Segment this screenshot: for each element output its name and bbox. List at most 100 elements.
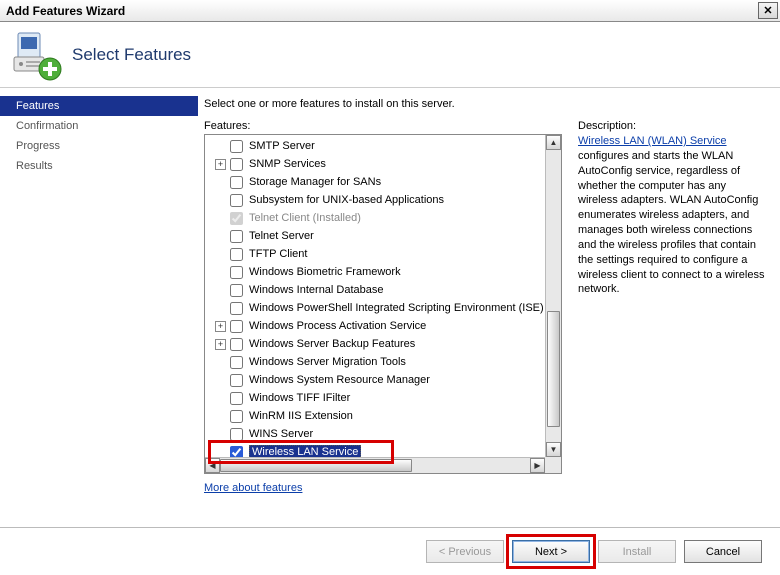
feature-row[interactable]: Windows Biometric Framework	[209, 263, 545, 281]
feature-label[interactable]: SMTP Server	[249, 140, 315, 152]
feature-checkbox	[230, 212, 243, 225]
feature-checkbox[interactable]	[230, 338, 243, 351]
feature-row[interactable]: Telnet Server	[209, 227, 545, 245]
feature-checkbox[interactable]	[230, 428, 243, 441]
scroll-h-track[interactable]	[220, 458, 530, 473]
step-results[interactable]: Results	[0, 156, 198, 176]
step-features[interactable]: Features	[0, 96, 198, 116]
feature-label[interactable]: SNMP Services	[249, 158, 326, 170]
feature-row[interactable]: + Windows Process Activation Service	[209, 317, 545, 335]
feature-checkbox[interactable]	[230, 320, 243, 333]
description-title-link[interactable]: Wireless LAN (WLAN) Service	[578, 135, 727, 147]
install-button: Install	[598, 540, 676, 563]
feature-row[interactable]: WinRM IIS Extension	[209, 407, 545, 425]
feature-checkbox[interactable]	[230, 248, 243, 261]
feature-checkbox[interactable]	[230, 374, 243, 387]
next-button[interactable]: Next >	[512, 540, 590, 563]
feature-checkbox[interactable]	[230, 284, 243, 297]
content-pane: Select one or more features to install o…	[198, 88, 780, 527]
feature-row[interactable]: TFTP Client	[209, 245, 545, 263]
wizard-body: Features Confirmation Progress Results S…	[0, 88, 780, 527]
feature-row[interactable]: Windows System Resource Manager	[209, 371, 545, 389]
expand-spacer	[215, 231, 226, 242]
feature-label[interactable]: Telnet Client (Installed)	[249, 212, 361, 224]
cancel-button[interactable]: Cancel	[684, 540, 762, 563]
scroll-up-button[interactable]: ▲	[546, 135, 561, 150]
more-about-features-link[interactable]: More about features	[204, 482, 302, 494]
expand-spacer	[215, 177, 226, 188]
scroll-h-thumb[interactable]	[220, 459, 412, 472]
window-title: Add Features Wizard	[6, 4, 758, 18]
feature-row[interactable]: Subsystem for UNIX-based Applications	[209, 191, 545, 209]
expand-spacer	[215, 411, 226, 422]
expand-spacer	[215, 447, 226, 458]
feature-row[interactable]: Wireless LAN Service	[209, 443, 545, 457]
expand-spacer	[215, 357, 226, 368]
feature-checkbox[interactable]	[230, 266, 243, 279]
expand-spacer	[215, 213, 226, 224]
feature-row[interactable]: Windows PowerShell Integrated Scripting …	[209, 299, 545, 317]
feature-row[interactable]: Windows Server Migration Tools	[209, 353, 545, 371]
feature-label[interactable]: Subsystem for UNIX-based Applications	[249, 194, 444, 206]
previous-button: < Previous	[426, 540, 504, 563]
close-button[interactable]: ✕	[758, 2, 778, 19]
feature-checkbox[interactable]	[230, 158, 243, 171]
feature-label[interactable]: Windows TIFF IFilter	[249, 392, 350, 404]
feature-label[interactable]: Windows Server Backup Features	[249, 338, 415, 350]
scrollbar-vertical[interactable]: ▲ ▼	[545, 135, 561, 457]
instruction-text: Select one or more features to install o…	[204, 98, 768, 110]
feature-row[interactable]: + SNMP Services	[209, 155, 545, 173]
feature-label[interactable]: Telnet Server	[249, 230, 314, 242]
feature-row[interactable]: SMTP Server	[209, 137, 545, 155]
features-label: Features:	[204, 120, 562, 132]
step-confirmation[interactable]: Confirmation	[0, 116, 198, 136]
expand-spacer	[215, 375, 226, 386]
scrollbar-horizontal[interactable]: ◀ ▶	[205, 457, 545, 473]
feature-label[interactable]: Storage Manager for SANs	[249, 176, 381, 188]
feature-label[interactable]: Windows Process Activation Service	[249, 320, 426, 332]
scroll-v-thumb[interactable]	[547, 311, 560, 428]
feature-checkbox[interactable]	[230, 194, 243, 207]
feature-label[interactable]: Windows Biometric Framework	[249, 266, 401, 278]
feature-label[interactable]: Windows Server Migration Tools	[249, 356, 406, 368]
scroll-v-track[interactable]	[546, 150, 561, 442]
feature-label[interactable]: Windows Internal Database	[249, 284, 384, 296]
wizard-header: Select Features	[0, 22, 780, 88]
feature-row[interactable]: + Windows Server Backup Features	[209, 335, 545, 353]
feature-checkbox[interactable]	[230, 410, 243, 423]
scroll-left-button[interactable]: ◀	[205, 458, 220, 473]
feature-label[interactable]: WINS Server	[249, 428, 313, 440]
feature-label[interactable]: TFTP Client	[249, 248, 307, 260]
feature-label[interactable]: WinRM IIS Extension	[249, 410, 353, 422]
expand-spacer	[215, 267, 226, 278]
feature-checkbox[interactable]	[230, 356, 243, 369]
expand-icon[interactable]: +	[215, 321, 226, 332]
expand-icon[interactable]: +	[215, 159, 226, 170]
feature-checkbox[interactable]	[230, 302, 243, 315]
features-tree-viewport[interactable]: SMTP Server + SNMP Services Storage Manager…	[205, 135, 545, 457]
expand-spacer	[215, 285, 226, 296]
feature-row[interactable]: Telnet Client (Installed)	[209, 209, 545, 227]
steps-sidebar: Features Confirmation Progress Results	[0, 88, 198, 527]
feature-label[interactable]: Wireless LAN Service	[249, 445, 361, 457]
description-label: Description:	[578, 120, 768, 132]
feature-checkbox[interactable]	[230, 392, 243, 405]
feature-label[interactable]: Windows System Resource Manager	[249, 374, 430, 386]
expand-icon[interactable]: +	[215, 339, 226, 350]
feature-row[interactable]: Storage Manager for SANs	[209, 173, 545, 191]
expand-spacer	[215, 303, 226, 314]
step-label: Progress	[16, 140, 60, 152]
expand-spacer	[215, 249, 226, 260]
step-progress[interactable]: Progress	[0, 136, 198, 156]
feature-row[interactable]: Windows Internal Database	[209, 281, 545, 299]
feature-checkbox[interactable]	[230, 140, 243, 153]
feature-checkbox[interactable]	[230, 176, 243, 189]
scroll-down-button[interactable]: ▼	[546, 442, 561, 457]
feature-checkbox[interactable]	[230, 446, 243, 458]
features-tree: SMTP Server + SNMP Services Storage Manager…	[204, 134, 562, 474]
feature-checkbox[interactable]	[230, 230, 243, 243]
scroll-right-button[interactable]: ▶	[530, 458, 545, 473]
feature-row[interactable]: WINS Server	[209, 425, 545, 443]
feature-row[interactable]: Windows TIFF IFilter	[209, 389, 545, 407]
feature-label[interactable]: Windows PowerShell Integrated Scripting …	[249, 302, 544, 314]
